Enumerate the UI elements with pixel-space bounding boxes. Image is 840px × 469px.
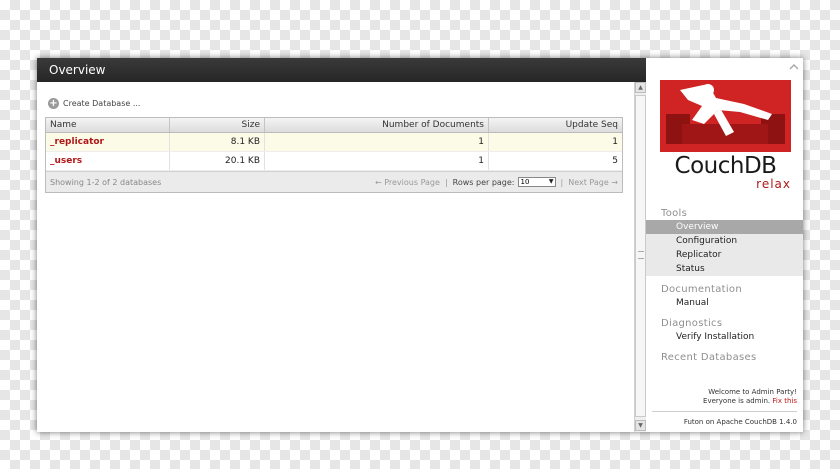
rows-per-page-label: Rows per page: <box>452 177 515 187</box>
nav-items-tools: Overview Configuration Replicator Status <box>646 220 803 276</box>
arrow-down-icon[interactable]: ▼ <box>635 420 646 431</box>
nav-section-diagnostics: Diagnostics Verify Installation <box>646 318 803 344</box>
db-docs-cell: 1 <box>264 132 489 152</box>
vertical-scrollbar[interactable]: ▲ ▼ <box>634 82 646 432</box>
nav-section-documentation: Documentation Manual <box>646 284 803 310</box>
table-row: _replicator 8.1 KB 1 1 <box>46 132 622 152</box>
nav-items-documentation: Manual <box>646 296 803 310</box>
nav-heading-recent-databases: Recent Databases <box>661 352 757 363</box>
fix-this-link[interactable]: Fix this <box>772 397 797 405</box>
previous-page-link[interactable]: ← Previous Page <box>375 178 440 187</box>
everyone-admin-text: Everyone is admin. <box>703 397 771 405</box>
db-docs-cell: 1 <box>264 151 489 171</box>
version-footer: Futon on Apache CouchDB 1.4.0 <box>652 411 797 432</box>
db-seq-cell: 5 <box>488 151 622 171</box>
db-size-cell: 8.1 KB <box>169 132 265 152</box>
nav-heading-tools: Tools <box>661 208 688 219</box>
sidebar: CouchDB relax Tools Overview Configurati… <box>646 58 803 432</box>
create-database-button[interactable]: + Create Database ... <box>48 96 140 110</box>
showing-count: Showing 1-2 of 2 databases <box>50 177 162 187</box>
page-title: Overview <box>37 58 646 82</box>
sidebar-item-replicator[interactable]: Replicator <box>646 248 803 262</box>
scroll-thumb[interactable] <box>635 95 646 417</box>
rows-per-page-select[interactable]: 10 ▼ <box>517 177 556 187</box>
pager-separator: | <box>560 177 564 187</box>
create-database-label: Create Database ... <box>63 98 141 108</box>
admin-line: Everyone is admin. Fix this <box>652 397 797 406</box>
logo-tagline: relax <box>756 177 791 191</box>
db-name-cell: _replicator <box>46 132 170 152</box>
sidebar-item-status[interactable]: Status <box>646 262 803 276</box>
nav-section-tools: Tools Overview Configuration Replicator … <box>646 208 803 276</box>
couchdb-logo: CouchDB relax <box>660 80 791 190</box>
sidebar-item-configuration[interactable]: Configuration <box>646 234 803 248</box>
plus-circle-icon: + <box>48 97 59 109</box>
arrow-up-icon[interactable]: ▲ <box>635 82 646 93</box>
main-panel: Overview + Create Database ... Name Size… <box>37 58 646 432</box>
column-header-documents[interactable]: Number of Documents <box>264 118 489 133</box>
table-row: _users 20.1 KB 1 5 <box>46 151 622 171</box>
grip-icon <box>638 251 644 259</box>
table-header-row: Name Size Number of Documents Update Seq <box>46 118 622 133</box>
nav-section-recent: Recent Databases <box>646 352 803 364</box>
database-link-users[interactable]: _users <box>50 156 82 166</box>
sidebar-item-verify-installation[interactable]: Verify Installation <box>646 330 803 344</box>
nav-items-diagnostics: Verify Installation <box>646 330 803 344</box>
next-page-link[interactable]: Next Page → <box>568 178 618 187</box>
db-seq-cell: 1 <box>488 132 622 152</box>
sidebar-nav: Tools Overview Configuration Replicator … <box>646 208 803 372</box>
db-size-cell: 20.1 KB <box>169 151 265 171</box>
pager-separator: | <box>444 177 448 187</box>
nav-heading-diagnostics: Diagnostics <box>661 318 723 329</box>
column-header-name[interactable]: Name <box>46 118 170 133</box>
futon-window: Overview + Create Database ... Name Size… <box>37 58 803 432</box>
logo-text: CouchDB <box>674 153 777 179</box>
database-table: Name Size Number of Documents Update Seq… <box>45 117 623 193</box>
welcome-line: Welcome to Admin Party! <box>708 388 797 396</box>
dropdown-arrow-icon: ▼ <box>548 178 554 185</box>
couch-logo-icon <box>660 80 791 152</box>
admin-party-notice: Welcome to Admin Party! Everyone is admi… <box>652 388 797 406</box>
column-header-update-seq[interactable]: Update Seq <box>488 118 622 133</box>
column-header-size[interactable]: Size <box>169 118 265 133</box>
db-name-cell: _users <box>46 151 170 171</box>
pager: ← Previous Page | Rows per page: 10 ▼ | … <box>375 172 618 192</box>
chevron-up-icon[interactable] <box>789 62 799 72</box>
sidebar-item-manual[interactable]: Manual <box>646 296 803 310</box>
nav-heading-documentation: Documentation <box>661 284 742 295</box>
table-footer: Showing 1-2 of 2 databases ← Previous Pa… <box>46 171 622 192</box>
rows-per-page-value: 10 <box>520 178 530 186</box>
sidebar-item-overview[interactable]: Overview <box>646 220 803 234</box>
database-link-replicator[interactable]: _replicator <box>50 137 104 147</box>
